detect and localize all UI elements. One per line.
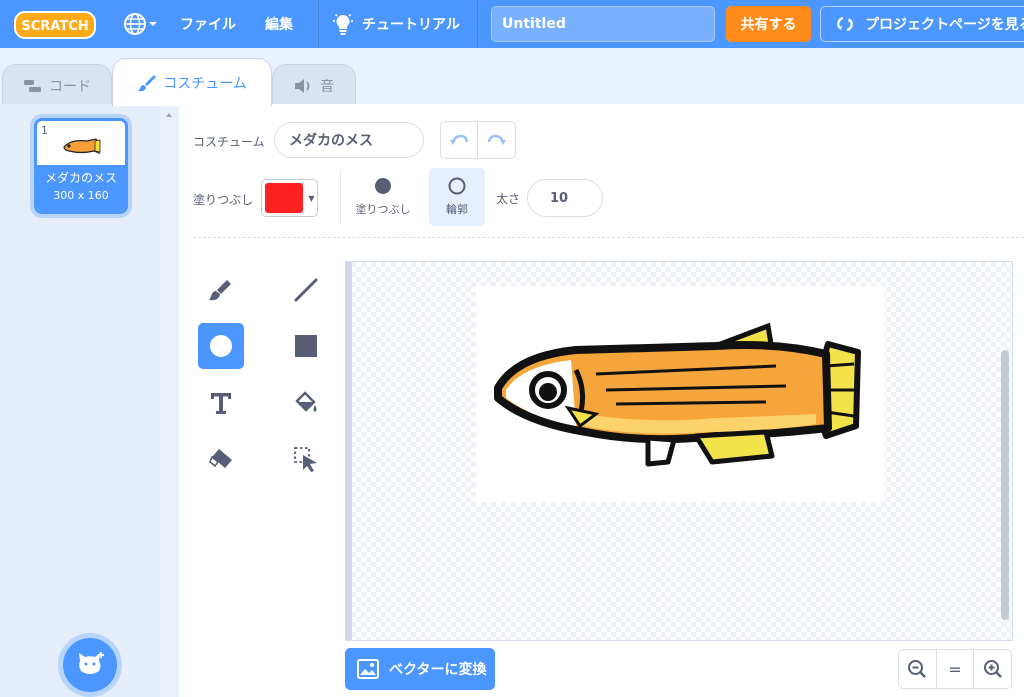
tab-sounds-label: 音 (320, 78, 334, 95)
language-menu[interactable] (114, 0, 168, 48)
paint-editor: コスチューム メダカのメス 塗りつぶし ▼ 塗りつぶし 輪郭 太さ 10 ベクタ… (179, 104, 1024, 697)
costume-info: メダカのメス 300 x 160 (37, 165, 125, 211)
thickness-input[interactable]: 10 (527, 179, 603, 217)
costume-size-label: 300 x 160 (53, 189, 109, 202)
fill-tool[interactable] (283, 380, 329, 426)
zoom-out-button[interactable] (899, 650, 936, 688)
scratch-logo-text: SCRATCH (21, 19, 88, 34)
edit-menu[interactable]: 編集 (265, 0, 293, 48)
undo-redo-group (440, 121, 516, 159)
costume-bitmap (476, 286, 884, 502)
drawing-canvas[interactable] (345, 261, 1013, 641)
eraser-tool[interactable] (198, 436, 244, 482)
convert-to-vector-button[interactable]: ベクターに変換 (345, 648, 495, 690)
image-icon (357, 659, 379, 679)
select-tool[interactable] (283, 436, 329, 482)
circle-icon (210, 335, 232, 357)
filled-circle-icon (375, 178, 391, 194)
costume-list-panel: 1 メダカのメス 300 x 160 (0, 104, 178, 697)
rectangle-tool[interactable] (283, 323, 329, 369)
redo-icon (487, 134, 506, 145)
undo-icon (450, 134, 469, 145)
costume-name-field-label: コスチューム (193, 135, 265, 149)
text-tool[interactable] (198, 380, 244, 426)
toolbar-dashed-divider (193, 237, 1024, 238)
speaker-icon (295, 78, 310, 93)
code-blocks-icon (24, 79, 41, 92)
brush-icon (209, 280, 231, 301)
menu-divider (477, 0, 478, 48)
brush-tool[interactable] (198, 267, 244, 313)
undo-button[interactable] (441, 122, 479, 158)
circle-tool[interactable] (198, 323, 244, 369)
costume-thumbnail (61, 133, 103, 159)
costume-name-input[interactable]: メダカのメス (274, 122, 424, 158)
fill-mode-label: 塗りつぶし (355, 203, 411, 216)
costume-item[interactable]: 1 メダカのメス 300 x 160 (34, 118, 128, 214)
see-project-page-button[interactable]: プロジェクトページを見る (820, 6, 1024, 42)
canvas-vertical-scrollbar[interactable] (1001, 350, 1009, 620)
zoom-out-icon (908, 660, 927, 678)
line-icon (294, 278, 318, 302)
scroll-up-arrow-icon[interactable] (160, 108, 178, 122)
zoom-in-button[interactable] (973, 650, 1011, 688)
costume-number: 1 (41, 124, 48, 137)
line-tool[interactable] (283, 267, 329, 313)
lightbulb-icon (333, 13, 353, 35)
fill-mode-button[interactable]: 塗りつぶし (355, 168, 411, 226)
fill-color-picker[interactable]: ▼ (261, 179, 318, 217)
tab-costumes-label: コスチューム (163, 75, 247, 92)
zoom-reset-button[interactable]: = (935, 650, 974, 688)
selection-cursor-icon (294, 447, 317, 472)
zoom-controls: = (898, 649, 1012, 689)
medaka-fish-image (494, 322, 861, 467)
tutorials-menu[interactable]: チュートリアル (332, 0, 460, 48)
see-project-page-label: プロジェクトページを見る (865, 17, 1024, 33)
cat-plus-icon (79, 652, 104, 674)
project-title-input[interactable]: Untitled (491, 6, 715, 42)
choose-costume-button[interactable] (63, 638, 117, 692)
tab-code-label: コード (49, 78, 91, 95)
outline-mode-button[interactable]: 輪郭 (429, 168, 485, 226)
scratch-logo[interactable]: SCRATCH (14, 10, 96, 40)
toolbar-divider (340, 170, 341, 224)
menu-bar: SCRATCH ファイル 編集 チュートリアル Untitled 共有する プロ… (0, 0, 1024, 48)
fill-color-swatch (265, 183, 303, 213)
tab-costumes[interactable]: コスチューム (112, 58, 272, 106)
editor-tabs: コード コスチューム 音 (0, 48, 1024, 106)
file-menu[interactable]: ファイル (180, 0, 236, 48)
zoom-in-icon (983, 660, 1002, 678)
costume-list-scrollbar[interactable] (160, 104, 178, 697)
paintbrush-icon (138, 74, 157, 91)
outline-mode-label: 輪郭 (446, 203, 468, 216)
tab-code[interactable]: コード (2, 64, 112, 106)
tutorials-label: チュートリアル (362, 17, 460, 33)
convert-to-vector-label: ベクターに変換 (389, 662, 487, 678)
fill-label: 塗りつぶし (193, 193, 254, 207)
redo-button[interactable] (478, 122, 515, 158)
dropdown-arrow-icon: ▼ (308, 193, 315, 203)
tab-sounds[interactable]: 音 (272, 64, 356, 106)
refresh-icon (837, 16, 853, 32)
outline-circle-icon (448, 177, 466, 195)
chevron-down-icon (149, 22, 157, 26)
costume-name-label: メダカのメス (44, 171, 117, 185)
canvas-edge (346, 262, 352, 640)
globe-icon (124, 13, 146, 35)
share-button[interactable]: 共有する (726, 6, 811, 42)
rectangle-icon (295, 335, 317, 357)
eraser-icon (209, 449, 232, 468)
menu-divider (318, 0, 319, 48)
paint-bucket-icon (295, 391, 317, 412)
text-icon (211, 393, 231, 414)
thickness-label: 太さ (496, 192, 521, 206)
